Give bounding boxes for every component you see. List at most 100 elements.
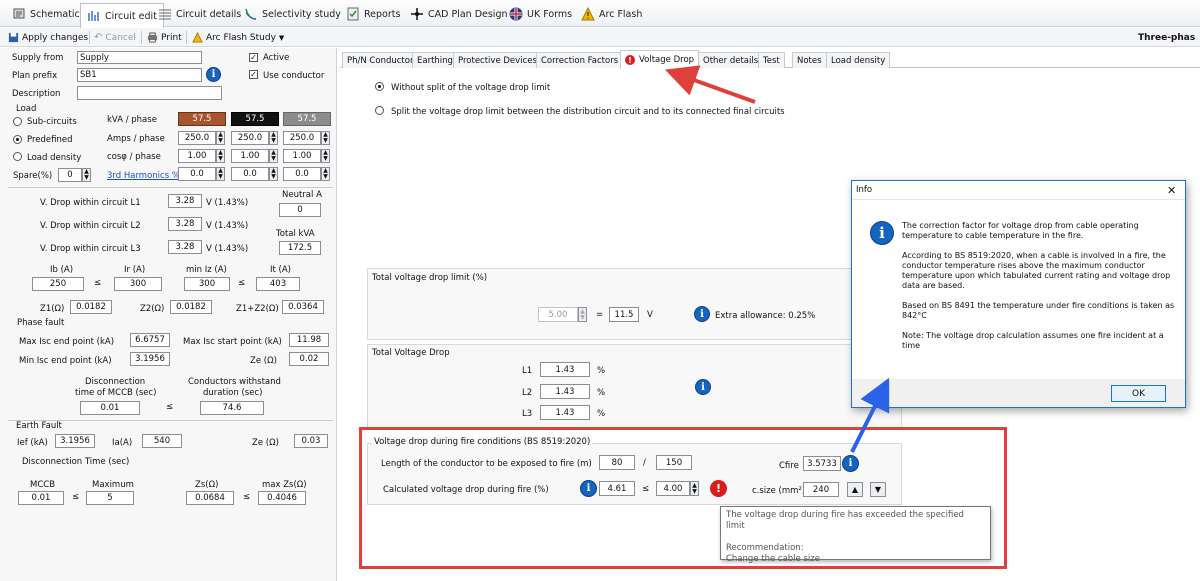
vd-l2-value: 3.28: [168, 217, 202, 231]
l1-label: L1: [522, 366, 533, 376]
tab-uk-forms[interactable]: UK Forms: [503, 3, 578, 25]
tab-protective-devices[interactable]: Protective Devices: [453, 52, 542, 68]
kva-l2-field[interactable]: 57.5: [231, 112, 279, 126]
tab-earthing[interactable]: Earthing: [412, 52, 458, 68]
spinner[interactable]: ▲ ▼: [269, 167, 278, 181]
print-button[interactable]: Print: [147, 30, 182, 45]
dialog-title: Info: [856, 185, 873, 195]
tab-selectivity-study[interactable]: Selectivity study: [238, 3, 347, 25]
harmonics-l3-field[interactable]: 0.0: [283, 167, 321, 181]
info-icon[interactable]: i: [695, 379, 711, 395]
selectivity-icon: [245, 8, 257, 20]
ib-value: 250: [32, 277, 84, 291]
info-dialog: Info ✕ i The correction factor for volta…: [851, 180, 1186, 408]
harmonics-link[interactable]: 3rd Harmonics %: [107, 171, 180, 181]
cos-l3-field[interactable]: 1.00: [283, 149, 321, 163]
tab-notes[interactable]: Notes: [792, 52, 827, 68]
spinner[interactable]: ▲ ▼: [269, 149, 278, 163]
plan-prefix-field[interactable]: SB1: [77, 68, 202, 82]
earth-fault-title: Earth Fault: [16, 421, 62, 431]
split-radio[interactable]: [375, 106, 384, 115]
spinner[interactable]: ▲ ▼: [578, 307, 587, 322]
tab-load-density[interactable]: Load density: [826, 52, 891, 68]
tab-arc-flash[interactable]: Arc Flash: [575, 3, 648, 25]
apply-changes-button[interactable]: Apply changes: [8, 30, 88, 45]
use-conductor-checkbox[interactable]: ✓: [249, 70, 258, 79]
amps-l3-field[interactable]: 250.0: [283, 131, 321, 145]
arc-flash-study-dropdown[interactable]: Arc Flash Study ▼: [192, 30, 284, 45]
l2-label: L2: [522, 388, 533, 398]
tab-cad-plan-design[interactable]: CAD Plan Design: [404, 3, 514, 25]
save-icon: [8, 32, 19, 43]
tab-label: Test: [763, 55, 780, 66]
cancel-button[interactable]: ↶ Cancel: [94, 30, 136, 45]
load-density-radio[interactable]: [13, 152, 22, 161]
close-icon[interactable]: ✕: [1167, 184, 1176, 197]
limit-value-field[interactable]: 5.00: [538, 307, 578, 322]
printer-icon: [147, 32, 158, 43]
spinner[interactable]: ▲ ▼: [321, 167, 330, 181]
spinner[interactable]: ▲ ▼: [216, 149, 225, 163]
kva-l3-field[interactable]: 57.5: [283, 112, 331, 126]
tab-circuit-details[interactable]: Circuit details: [152, 3, 247, 25]
tooltip-line: The voltage drop during fire has exceede…: [726, 510, 964, 531]
tab-other-details[interactable]: Other details: [698, 52, 764, 68]
error-icon: !: [625, 55, 635, 65]
max-isc-end-label: Max Isc end point (kA): [19, 337, 115, 347]
mccb-label: MCCB: [30, 480, 56, 490]
without-split-label: Without split of the voltage drop limit: [391, 83, 551, 93]
tab-schematic[interactable]: Schematic: [6, 3, 86, 25]
spinner[interactable]: ▲ ▼: [216, 167, 225, 181]
ir-label: Ir (A): [124, 265, 146, 275]
le-symbol: ≤: [243, 492, 251, 502]
dialog-titlebar: [852, 181, 1185, 200]
without-split-radio[interactable]: [375, 82, 384, 91]
tab-phn-conductor[interactable]: Ph/N Conductor: [342, 52, 419, 68]
use-conductor-label: Use conductor: [263, 71, 325, 81]
tab-correction-factors[interactable]: Correction Factors: [536, 52, 624, 68]
tab-test[interactable]: Test: [758, 52, 785, 68]
sub-circuits-radio[interactable]: [13, 117, 22, 126]
dialog-paragraph: According to BS 8519:2020, when a cable …: [902, 251, 1171, 290]
spinner[interactable]: ▲ ▼: [216, 131, 225, 145]
separator: [186, 31, 187, 44]
separator: [89, 31, 90, 44]
supply-from-field[interactable]: Supply: [77, 51, 202, 64]
spare-spinner[interactable]: ▲ ▼: [82, 168, 91, 182]
active-checkbox[interactable]: ✓: [249, 53, 258, 62]
down-arrow-icon: ▼: [323, 155, 328, 162]
it-value: 403: [256, 277, 300, 291]
predefined-radio[interactable]: [13, 135, 22, 144]
tab-reports[interactable]: Reports: [340, 3, 406, 25]
cos-l1-field[interactable]: 1.00: [178, 149, 216, 163]
amps-l2-field[interactable]: 250.0: [231, 131, 269, 145]
tab-label: Correction Factors: [541, 55, 619, 66]
info-icon[interactable]: i: [694, 306, 710, 322]
info-icon[interactable]: i: [206, 67, 221, 82]
description-field[interactable]: [77, 86, 222, 100]
spinner[interactable]: ▲ ▼: [321, 149, 330, 163]
harmonics-l1-field[interactable]: 0.0: [178, 167, 216, 181]
max-zs-label: max Zs(Ω): [262, 480, 307, 490]
ir-value: 300: [114, 277, 162, 291]
total-title: Total Voltage Drop: [372, 348, 450, 358]
info-icon: i: [870, 221, 894, 245]
warning-icon: [581, 7, 595, 21]
disc-time-value: 0.01: [80, 401, 140, 415]
harmonics-l2-field[interactable]: 0.0: [231, 167, 269, 181]
cos-l2-field[interactable]: 1.00: [231, 149, 269, 163]
schematic-icon: [13, 8, 25, 19]
kva-l1-field[interactable]: 57.5: [178, 112, 226, 126]
spare-field[interactable]: 0: [58, 168, 82, 182]
arc-flash-label: Arc Flash Study: [206, 32, 276, 43]
warning-tooltip: The voltage drop during fire has exceede…: [720, 506, 991, 564]
supply-from-label: Supply from: [12, 53, 64, 63]
ib-label: Ib (A): [50, 265, 74, 275]
pct-unit: %: [597, 388, 606, 398]
amps-l1-field[interactable]: 250.0: [178, 131, 216, 145]
spinner[interactable]: ▲ ▼: [321, 131, 330, 145]
le-symbol: ≤: [94, 278, 102, 288]
ok-button[interactable]: OK: [1111, 385, 1166, 402]
tab-voltage-drop[interactable]: ! Voltage Drop: [620, 50, 700, 69]
spinner[interactable]: ▲ ▼: [269, 131, 278, 145]
